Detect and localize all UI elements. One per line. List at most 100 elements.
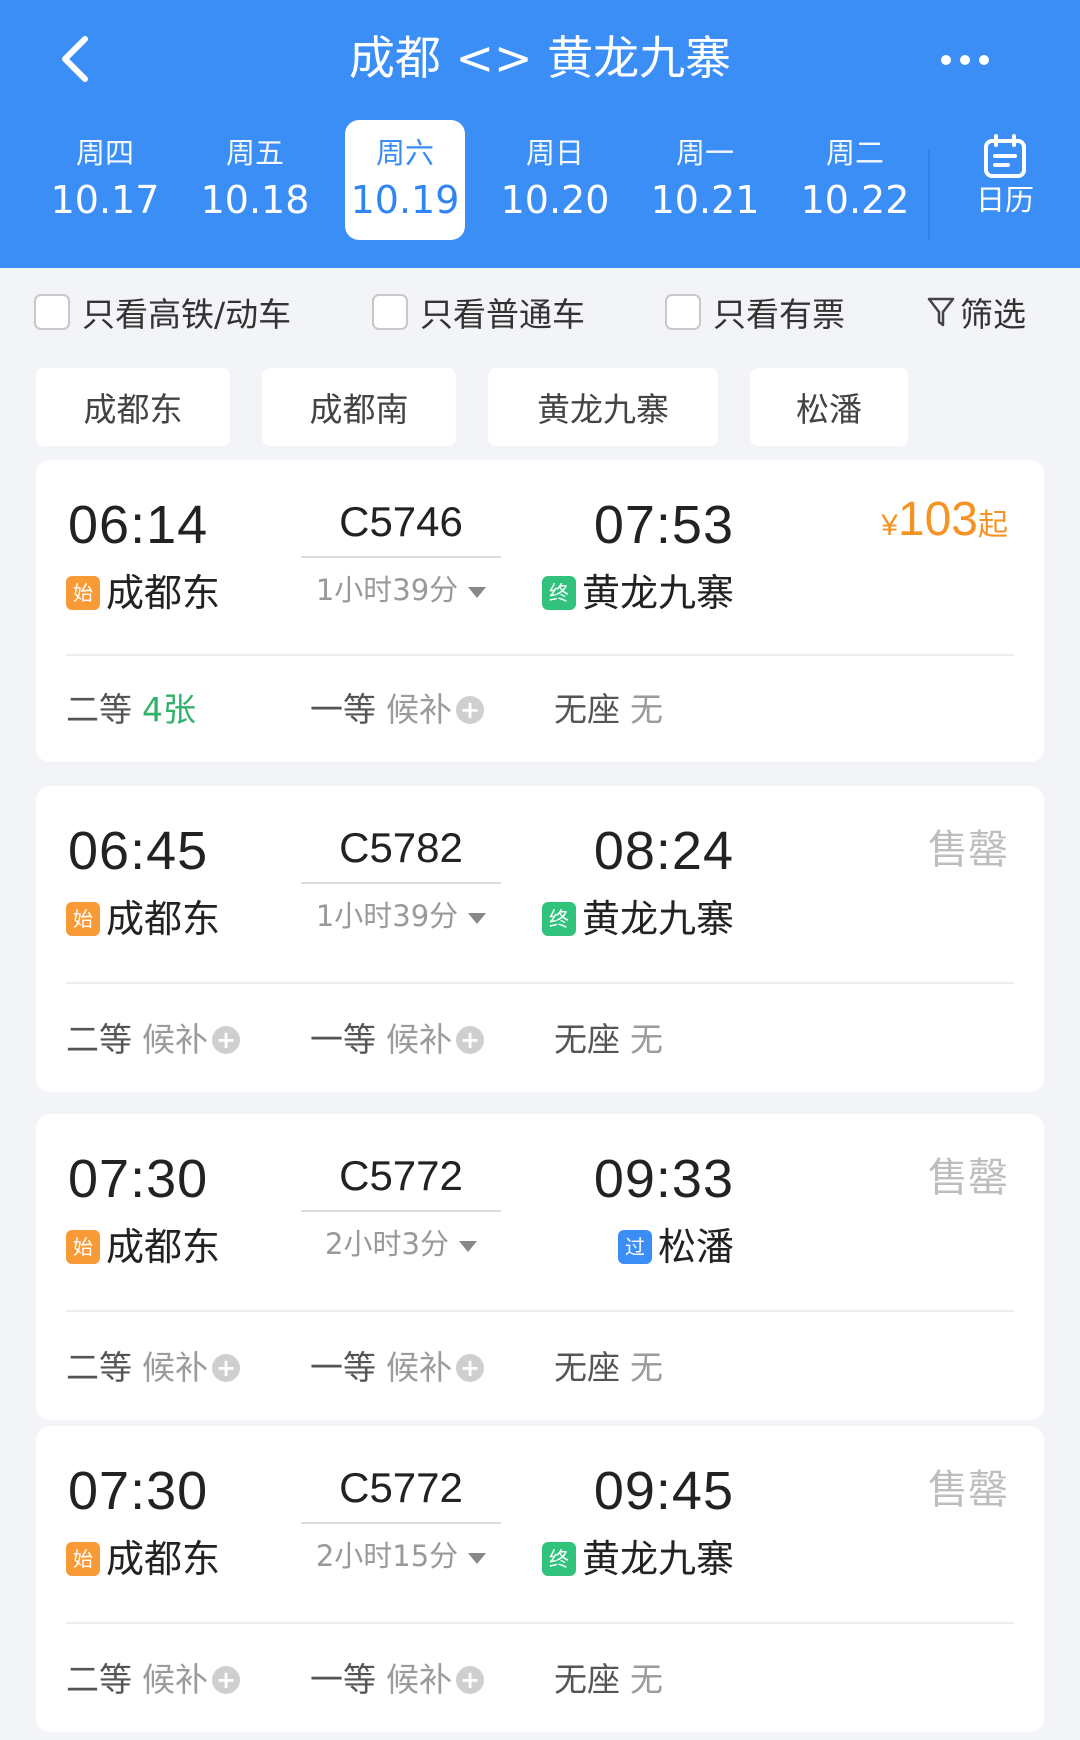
duration-text: 2小时15分: [315, 1539, 459, 1573]
date-box: 周五 10.18: [201, 133, 310, 227]
date-strip-divider: [928, 150, 930, 240]
available-only-checkbox[interactable]: 只看有票: [665, 287, 845, 337]
date-tab[interactable]: 周二 10.22: [780, 120, 930, 240]
date-tab[interactable]: 周一 10.21: [630, 120, 780, 240]
seat-label: 无座: [554, 1660, 620, 1699]
plus-circle-icon: +: [212, 1026, 240, 1054]
station-chip[interactable]: 成都南: [262, 368, 456, 446]
date-value: 10.20: [500, 178, 610, 222]
start-tag: 始: [66, 1542, 100, 1576]
date-weekday: 周六: [375, 136, 434, 170]
arrival-time: 07:53: [593, 495, 734, 555]
duration-toggle[interactable]: 1小时39分: [301, 896, 501, 936]
seat-availability: 候补: [386, 690, 452, 729]
card-divider: [66, 654, 1014, 656]
arrival-station: 过 松潘: [617, 1222, 734, 1272]
station-name: 黄龙九寨: [581, 571, 734, 615]
date-tab-selected[interactable]: 周六 10.19: [330, 120, 480, 240]
seat-availability: 无: [630, 1020, 663, 1059]
date-value: 10.22: [800, 178, 910, 222]
seat-label: 一等: [310, 1348, 376, 1387]
seat-availability: 候补: [386, 1348, 452, 1387]
calendar-icon: [984, 134, 1026, 178]
plus-circle-icon: +: [456, 1026, 484, 1054]
station-name: 黄龙九寨: [581, 1537, 734, 1581]
departure-station: 始 成都东: [66, 1534, 220, 1584]
seat-availability: 候补: [386, 1020, 452, 1059]
plus-circle-icon: +: [456, 696, 484, 724]
train-number: C5772: [339, 1152, 463, 1199]
seat-first-class[interactable]: 一等 候补 +: [310, 1346, 484, 1390]
duration-toggle[interactable]: 2小时15分: [301, 1536, 501, 1576]
train-card[interactable]: 06:45 C5782 1小时39分 08:24 始 成都东 终 黄龙九寨 售罄…: [36, 786, 1044, 1092]
checkbox-box: [34, 294, 70, 330]
date-value: 10.19: [350, 178, 460, 222]
departure-time: 07:30: [68, 1461, 209, 1521]
duration-text: 2小时3分: [325, 1227, 449, 1261]
date-value: 10.18: [200, 178, 310, 222]
train-card[interactable]: 07:30 C5772 2小时15分 09:45 始 成都东 终 黄龙九寨 售罄…: [36, 1426, 1044, 1732]
departure-station: 始 成都东: [66, 568, 220, 618]
date-weekday: 周五: [225, 136, 284, 170]
seat-availability: 候补: [386, 1660, 452, 1699]
train-card[interactable]: 07:30 C5772 2小时3分 09:33 始 成都东 过 松潘 售罄 二等…: [36, 1114, 1044, 1420]
date-box: 周日 10.20: [501, 133, 610, 227]
seat-first-class[interactable]: 一等 候补 +: [310, 1018, 484, 1062]
card-divider: [66, 1310, 1014, 1312]
date-tab[interactable]: 周日 10.20: [480, 120, 630, 240]
seat-availability: 无: [630, 690, 663, 729]
duration-toggle[interactable]: 2小时3分: [301, 1224, 501, 1264]
date-value: 10.21: [650, 178, 760, 222]
high-speed-only-checkbox[interactable]: 只看高铁/动车: [34, 287, 291, 337]
caret-down-icon: [468, 1552, 487, 1564]
arrival-time: 09:45: [593, 1461, 734, 1521]
calendar-button[interactable]: 日历: [950, 130, 1060, 230]
seat-label: 二等: [66, 690, 132, 729]
caret-down-icon: [468, 912, 487, 924]
seat-label: 二等: [66, 1660, 132, 1699]
regular-train-only-checkbox[interactable]: 只看普通车: [372, 287, 585, 337]
caret-down-icon: [468, 586, 487, 598]
filter-button[interactable]: 筛选: [926, 287, 1026, 337]
seat-availability: 无: [630, 1660, 663, 1699]
arrival-time: 09:33: [593, 1149, 734, 1209]
more-button[interactable]: [920, 30, 1010, 90]
station-chip[interactable]: 成都东: [36, 368, 230, 446]
date-tab[interactable]: 周五 10.18: [180, 120, 330, 240]
departure-station: 始 成都东: [66, 894, 220, 944]
seat-label: 一等: [310, 1660, 376, 1699]
date-weekday: 周一: [675, 136, 734, 170]
train-card[interactable]: 06:14 C5746 1小时39分 07:53 始 成都东 终 黄龙九寨 ¥1…: [36, 460, 1044, 762]
seat-first-class[interactable]: 一等 候补 +: [310, 1658, 484, 1702]
seat-label: 二等: [66, 1348, 132, 1387]
date-value: 10.17: [50, 178, 160, 222]
seat-label: 无座: [554, 1020, 620, 1059]
duration-text: 1小时39分: [315, 573, 459, 607]
checkbox-label: 只看普通车: [420, 295, 585, 334]
sold-out-status: 售罄: [928, 1467, 1008, 1513]
price-suffix: 起: [978, 509, 1008, 542]
duration-text: 1小时39分: [315, 899, 459, 933]
train-number: C5746: [339, 498, 463, 545]
seat-label: 二等: [66, 1020, 132, 1059]
route-line: [301, 1210, 501, 1212]
date-box: 周二 10.22: [801, 133, 910, 227]
date-tab[interactable]: 周四 10.17: [30, 120, 180, 240]
seat-second-class[interactable]: 二等 候补 +: [66, 1018, 240, 1062]
arrival-station: 终 黄龙九寨: [541, 1534, 734, 1584]
seat-second-class[interactable]: 二等 候补 +: [66, 1346, 240, 1390]
end-tag: 终: [541, 576, 576, 610]
seat-label: 一等: [310, 1020, 376, 1059]
end-tag: 终: [541, 1542, 576, 1576]
pass-tag: 过: [617, 1230, 652, 1264]
checkbox-box: [372, 294, 408, 330]
station-chip[interactable]: 黄龙九寨: [488, 368, 718, 446]
duration-toggle[interactable]: 1小时39分: [301, 570, 501, 610]
checkbox-box: [665, 294, 701, 330]
seat-availability: 候补: [142, 1348, 208, 1387]
seat-first-class[interactable]: 一等 候补 +: [310, 688, 484, 732]
station-chip[interactable]: 松潘: [750, 368, 908, 446]
plus-circle-icon: +: [212, 1354, 240, 1382]
seat-second-class[interactable]: 二等 候补 +: [66, 1658, 240, 1702]
checkbox-label: 只看有票: [713, 295, 845, 334]
